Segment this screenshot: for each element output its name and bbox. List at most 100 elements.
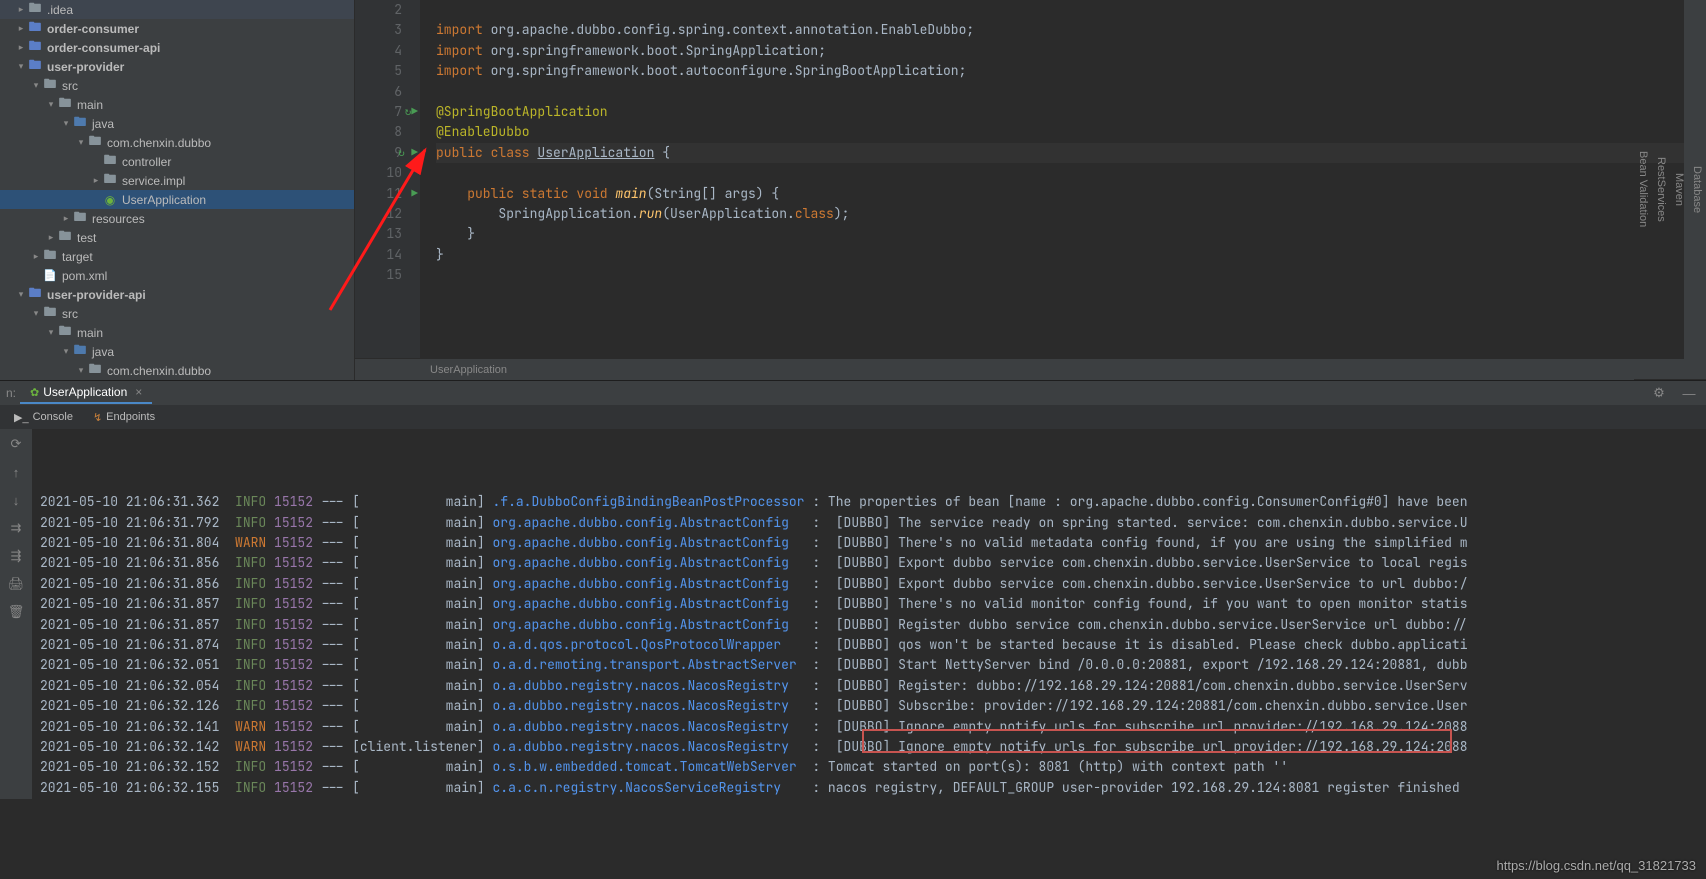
expand-icon[interactable]: ▾ xyxy=(75,365,87,376)
tree-item[interactable]: ▾user-provider-api xyxy=(0,285,354,304)
tree-label: src xyxy=(62,307,78,321)
run-gutter-icon[interactable]: ▶ xyxy=(411,184,418,204)
tree-label: main xyxy=(77,98,103,112)
console-output[interactable]: 2021-05-10 21:06:31.362 INFO 15152 --- [… xyxy=(32,429,1706,799)
console-action-0[interactable]: ⟳ xyxy=(5,433,27,455)
tree-label: user-provider xyxy=(47,60,124,74)
tree-item[interactable]: controller xyxy=(0,152,354,171)
run-gutter-icon[interactable]: ↻ ▶ xyxy=(398,143,418,163)
folder-icon xyxy=(42,250,58,264)
run-tab-label: UserApplication xyxy=(43,385,127,399)
expand-icon[interactable]: ▸ xyxy=(15,42,27,53)
log-line: 2021-05-10 21:06:32.156 INFO 15152 --- [… xyxy=(40,798,1706,799)
run-tool-tabs: n: ✿ UserApplication × ⚙ — xyxy=(0,381,1706,405)
log-line: 2021-05-10 21:06:32.155 INFO 15152 --- [… xyxy=(40,778,1706,798)
endpoints-tab[interactable]: ↯Endpoints xyxy=(85,409,163,426)
tree-item[interactable]: ▾ main xyxy=(0,95,354,114)
tool-window-tab[interactable]: Database xyxy=(1688,0,1706,380)
tree-item[interactable]: pom.xml xyxy=(0,266,354,285)
expand-icon[interactable]: ▸ xyxy=(90,175,102,186)
project-tree[interactable]: ▸ .idea ▸ order-consumer ▸ order-consumer-api… xyxy=(0,0,355,380)
expand-icon[interactable]: ▾ xyxy=(30,80,42,91)
tool-window-tab[interactable]: RestServices xyxy=(1652,0,1670,380)
tree-label: service.impl xyxy=(122,174,185,188)
breadcrumb-item[interactable]: UserApplication xyxy=(430,364,507,376)
tree-item[interactable]: ▾com.chenxin.dubbo xyxy=(0,361,354,380)
tool-window-tab[interactable]: Maven xyxy=(1670,0,1688,380)
tree-label: pom.xml xyxy=(62,269,107,283)
tree-item[interactable]: ▾ main xyxy=(0,323,354,342)
tree-label: main xyxy=(77,326,103,340)
tree-label: com.chenxin.dubbo xyxy=(107,136,211,150)
tree-item[interactable]: ▾ user-provider xyxy=(0,57,354,76)
expand-icon[interactable]: ▾ xyxy=(60,118,72,129)
tool-window-tab[interactable]: Bean Validation xyxy=(1634,0,1652,380)
expand-icon[interactable]: ▾ xyxy=(30,308,42,319)
expand-icon[interactable]: ▾ xyxy=(60,346,72,357)
tree-item[interactable]: UserApplication xyxy=(0,190,354,209)
run-label: n: xyxy=(6,386,16,400)
expand-icon[interactable]: ▾ xyxy=(45,327,57,338)
tree-item[interactable]: ▸ order-consumer xyxy=(0,19,354,38)
log-line: 2021-05-10 21:06:31.362 INFO 15152 --- [… xyxy=(40,492,1706,512)
console-action-4[interactable]: ⇶ xyxy=(5,545,27,567)
tree-item[interactable]: ▸ resources xyxy=(0,209,354,228)
tree-item[interactable]: ▸target xyxy=(0,247,354,266)
expand-icon[interactable]: ▾ xyxy=(15,289,27,300)
expand-icon[interactable]: ▸ xyxy=(45,232,57,243)
tree-label: .idea xyxy=(47,3,73,17)
code-editor[interactable]: import org.apache.dubbo.config.spring.co… xyxy=(420,0,1706,358)
module-icon xyxy=(27,41,43,55)
minimize-icon[interactable]: — xyxy=(1678,382,1700,404)
tree-item[interactable]: ▾ java xyxy=(0,114,354,133)
tree-item[interactable]: ▾src xyxy=(0,76,354,95)
folder-icon xyxy=(57,231,73,245)
tree-item[interactable]: ▸ order-consumer-api xyxy=(0,38,354,57)
expand-icon[interactable]: ▾ xyxy=(45,99,57,110)
folder-icon xyxy=(72,212,88,226)
tree-item[interactable]: ▸ test xyxy=(0,228,354,247)
console-action-6[interactable]: 🗑 xyxy=(5,601,27,623)
breadcrumb[interactable]: UserApplication xyxy=(355,358,1706,380)
console-action-5[interactable]: 🖨 xyxy=(5,573,27,595)
tree-item[interactable]: ▸ .idea xyxy=(0,0,354,19)
console-action-1[interactable]: ↑ xyxy=(5,461,27,483)
java-icon xyxy=(72,345,88,359)
tree-label: controller xyxy=(122,155,171,169)
tree-label: java xyxy=(92,117,114,131)
endpoints-icon: ↯ xyxy=(93,411,102,424)
file-icon xyxy=(42,269,58,283)
editor-gutter[interactable]: 234567↻▶89↻ ▶1011▶12131415 xyxy=(355,0,420,358)
tree-item[interactable]: ▾ com.chenxin.dubbo xyxy=(0,133,354,152)
tree-item[interactable]: ▾ src xyxy=(0,304,354,323)
tree-item[interactable]: ▾ java xyxy=(0,342,354,361)
tree-label: resources xyxy=(92,212,145,226)
run-sub-tabs: ▶_Console ↯Endpoints xyxy=(0,405,1706,429)
log-line: 2021-05-10 21:06:31.857 INFO 15152 --- [… xyxy=(40,615,1706,635)
package-icon xyxy=(87,136,103,150)
expand-icon[interactable]: ▸ xyxy=(30,251,42,262)
expand-icon[interactable]: ▸ xyxy=(15,4,27,15)
expand-icon[interactable]: ▾ xyxy=(15,61,27,72)
tree-item[interactable]: ▸ service.impl xyxy=(0,171,354,190)
expand-icon[interactable]: ▾ xyxy=(75,137,87,148)
console-tab[interactable]: ▶_Console xyxy=(6,409,81,426)
folder-icon xyxy=(42,307,58,321)
watermark: https://blog.csdn.net/qq_31821733 xyxy=(1497,858,1697,873)
tree-label: test xyxy=(77,231,96,245)
console-action-2[interactable]: ↓ xyxy=(5,489,27,511)
log-line: 2021-05-10 21:06:32.051 INFO 15152 --- [… xyxy=(40,655,1706,675)
tree-label: UserApplication xyxy=(122,193,206,207)
close-icon[interactable]: × xyxy=(135,385,142,399)
settings-icon[interactable]: ⚙ xyxy=(1648,382,1670,404)
expand-icon[interactable]: ▸ xyxy=(60,213,72,224)
run-config-tab[interactable]: ✿ UserApplication × xyxy=(20,382,152,404)
expand-icon[interactable]: ▸ xyxy=(15,23,27,34)
run-gutter-icon[interactable]: ↻▶ xyxy=(405,102,418,122)
terminal-icon: ▶_ xyxy=(14,411,29,424)
tree-label: java xyxy=(92,345,114,359)
tree-label: order-consumer xyxy=(47,22,139,36)
log-line: 2021-05-10 21:06:31.874 INFO 15152 --- [… xyxy=(40,635,1706,655)
console-action-3[interactable]: ⇉ xyxy=(5,517,27,539)
tree-label: order-consumer-api xyxy=(47,41,160,55)
